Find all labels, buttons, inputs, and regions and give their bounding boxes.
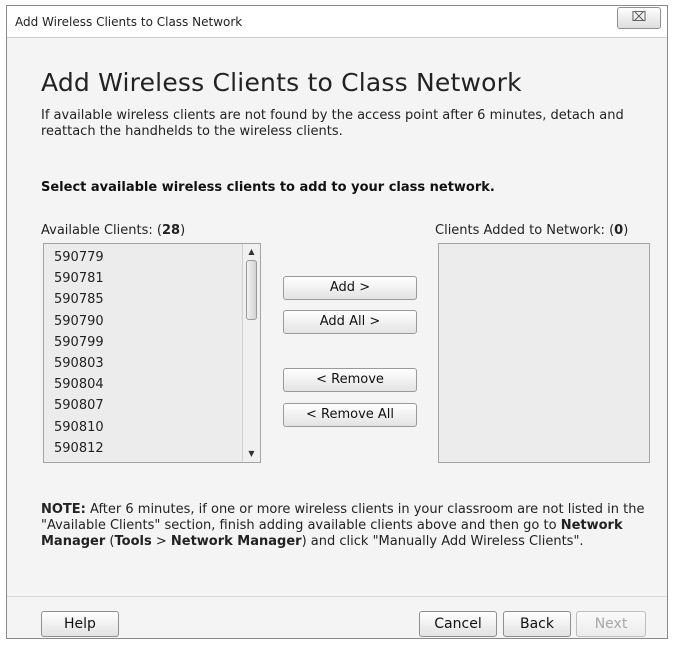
note-paren: (	[105, 534, 115, 549]
client-list-item[interactable]: 590785	[44, 289, 240, 310]
help-button[interactable]: Help	[41, 611, 119, 637]
client-list-item[interactable]: 590804	[44, 374, 240, 395]
list-scrollbar[interactable]: ▲ ▼	[242, 244, 260, 462]
added-count: 0	[614, 223, 624, 238]
dialog-window: Add Wireless Clients to Class Network ⌧ …	[6, 5, 668, 639]
scroll-down-icon[interactable]: ▼	[243, 446, 260, 462]
close-button[interactable]: ⌧	[617, 7, 661, 29]
note-prefix: NOTE:	[41, 502, 86, 517]
instruction-text: Select available wireless clients to add…	[41, 180, 495, 195]
added-clients-label: Clients Added to Network: (0)	[435, 223, 628, 238]
remove-button[interactable]: < Remove	[283, 368, 417, 392]
note-body-2: ) and click "Manually Add Wireless Clien…	[301, 534, 584, 549]
added-clients-list[interactable]	[438, 243, 650, 463]
available-label-end: )	[180, 223, 186, 238]
back-button[interactable]: Back	[503, 611, 571, 637]
cancel-button[interactable]: Cancel	[419, 611, 497, 637]
scroll-up-icon[interactable]: ▲	[243, 244, 260, 260]
client-list-item[interactable]: 590810	[44, 417, 240, 438]
available-clients-list[interactable]: 590779 590781 590785 590790 590799 59080…	[43, 243, 261, 463]
added-label-end: )	[623, 223, 629, 238]
client-list-item[interactable]: 590807	[44, 395, 240, 416]
page-heading: Add Wireless Clients to Class Network	[41, 68, 522, 97]
note-body-1: After 6 minutes, if one or more wireless…	[41, 502, 645, 533]
window-title: Add Wireless Clients to Class Network	[15, 15, 243, 29]
available-label-text: Available Clients: (	[41, 223, 162, 238]
scroll-thumb[interactable]	[246, 260, 257, 320]
client-list-item[interactable]: 590812	[44, 438, 240, 459]
client-list-item[interactable]: 590790	[44, 311, 240, 332]
remove-all-button[interactable]: < Remove All	[283, 403, 417, 427]
intro-text: If available wireless clients are not fo…	[41, 108, 624, 139]
note-text: NOTE: After 6 minutes, if one or more wi…	[41, 502, 653, 550]
client-list-item[interactable]: 590799	[44, 332, 240, 353]
note-gt: >	[151, 534, 171, 549]
title-bar: Add Wireless Clients to Class Network ⌧	[7, 6, 667, 38]
next-button[interactable]: Next	[576, 611, 646, 637]
close-icon: ⌧	[631, 10, 647, 25]
add-button[interactable]: Add >	[283, 276, 417, 300]
add-all-button[interactable]: Add All >	[283, 310, 417, 334]
note-network-manager-2: Network Manager	[170, 534, 302, 549]
note-tools: Tools	[114, 534, 152, 549]
client-list-item[interactable]: 590779	[44, 247, 240, 268]
added-label-text: Clients Added to Network: (	[435, 223, 615, 238]
available-count: 28	[161, 223, 181, 238]
client-list-item[interactable]: 590803	[44, 353, 240, 374]
available-clients-label: Available Clients: (28)	[41, 223, 185, 238]
client-list-item[interactable]: 590781	[44, 268, 240, 289]
footer-divider	[7, 596, 667, 597]
available-clients-items: 590779 590781 590785 590790 590799 59080…	[44, 244, 240, 462]
